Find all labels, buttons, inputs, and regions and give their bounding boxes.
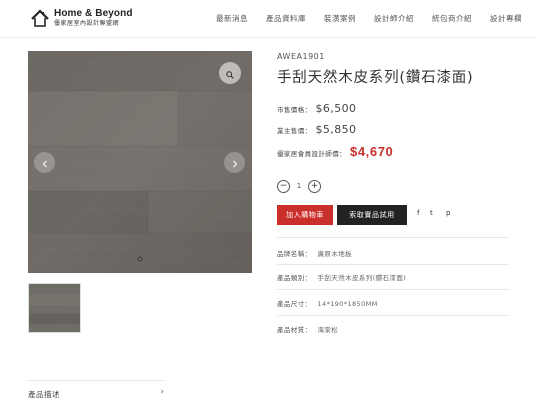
share-pinterest-icon[interactable]: p [446, 209, 450, 217]
apply-sample-button[interactable]: 索取實品試用 [337, 205, 407, 225]
logo-title: Home & Beyond [54, 8, 133, 19]
zoom-button[interactable] [219, 62, 241, 84]
attr-divider [277, 289, 509, 290]
nav-item-columns[interactable]: 設計專欄 [490, 13, 522, 24]
attr-category-label: 產品類別： [277, 274, 312, 282]
product-sku: AWEA1901 [277, 52, 325, 61]
dealer-price-label: 業主售價： [277, 127, 312, 135]
attr-divider [277, 315, 509, 316]
attr-category: 產品類別： 手刮天然木皮系列(鑽石漆面) [277, 272, 406, 282]
member-price-row: 優家居會員設計師價： $4,670 [277, 144, 393, 159]
member-price-label: 優家居會員設計師價： [277, 150, 346, 158]
nav-item-cases[interactable]: 裝潢案例 [324, 13, 356, 24]
attr-material-label: 產品材質： [277, 326, 312, 334]
dealer-price-value: $5,850 [315, 123, 357, 136]
attr-size: 產品尺寸： 14*190*1850MM [277, 298, 378, 308]
retail-price-row: 市售價格： $6,500 [277, 102, 356, 115]
attr-category-value: 手刮天然木皮系列(鑽石漆面) [317, 274, 407, 282]
product-main-image[interactable] [28, 51, 252, 273]
quantity-decrease-button[interactable]: − [277, 179, 290, 193]
attr-size-value: 14*190*1850MM [317, 300, 378, 308]
share-facebook-icon[interactable]: f [417, 209, 419, 217]
attr-brand: 品牌名稱： 廣原木地板 [277, 248, 352, 258]
quantity-increase-button[interactable]: + [308, 179, 321, 193]
quantity-value[interactable]: 1 [290, 182, 308, 190]
attr-brand-value: 廣原木地板 [317, 250, 352, 258]
nav-item-news[interactable]: 最新消息 [216, 13, 248, 24]
add-to-cart-button[interactable]: 加入購物車 [277, 205, 333, 225]
product-description-tab[interactable]: 產品描述 › [28, 380, 164, 402]
attr-divider [277, 264, 509, 265]
dealer-price-row: 業主售價： $5,850 [277, 123, 356, 136]
chevron-left-icon [42, 153, 48, 172]
site-logo[interactable]: Home & Beyond 優家居室內設計聯盟網 [30, 7, 133, 29]
share-twitter-icon[interactable]: t [430, 209, 433, 217]
product-description-label: 產品描述 [28, 390, 60, 399]
member-price-value: $4,670 [350, 144, 394, 159]
house-logo-icon [30, 8, 50, 28]
magnifier-icon [226, 64, 234, 83]
product-title: 手刮天然木皮系列(鑽石漆面) [277, 70, 474, 86]
quantity-stepper: − 1 + [277, 179, 321, 193]
nav-item-designers[interactable]: 設計師介紹 [374, 13, 414, 24]
site-header: Home & Beyond 優家居室內設計聯盟網 最新消息 產品資料庫 裝潢案例… [0, 0, 536, 38]
product-thumbnail[interactable] [28, 283, 81, 333]
nav-item-contractors[interactable]: 統包商介紹 [432, 13, 472, 24]
attr-material: 產品材質： 海棠松 [277, 324, 338, 334]
minus-icon: − [279, 180, 288, 191]
info-divider [277, 237, 509, 238]
nav-item-products[interactable]: 產品資料庫 [266, 13, 306, 24]
attr-size-label: 產品尺寸： [277, 300, 312, 308]
logo-text: Home & Beyond 優家居室內設計聯盟網 [54, 9, 133, 27]
gallery-prev-button[interactable] [34, 152, 55, 173]
attr-material-value: 海棠松 [317, 326, 339, 334]
logo-subtitle: 優家居室內設計聯盟網 [54, 20, 120, 27]
retail-price-value: $6,500 [315, 102, 357, 115]
chevron-right-icon [232, 153, 238, 172]
gallery-next-button[interactable] [224, 152, 245, 173]
main-nav: 最新消息 產品資料庫 裝潢案例 設計師介紹 統包商介紹 設計專欄 [198, 0, 522, 36]
chevron-right-icon: › [160, 387, 164, 397]
plus-icon: + [310, 180, 319, 191]
retail-price-label: 市售價格： [277, 106, 312, 114]
attr-brand-label: 品牌名稱： [277, 250, 312, 258]
